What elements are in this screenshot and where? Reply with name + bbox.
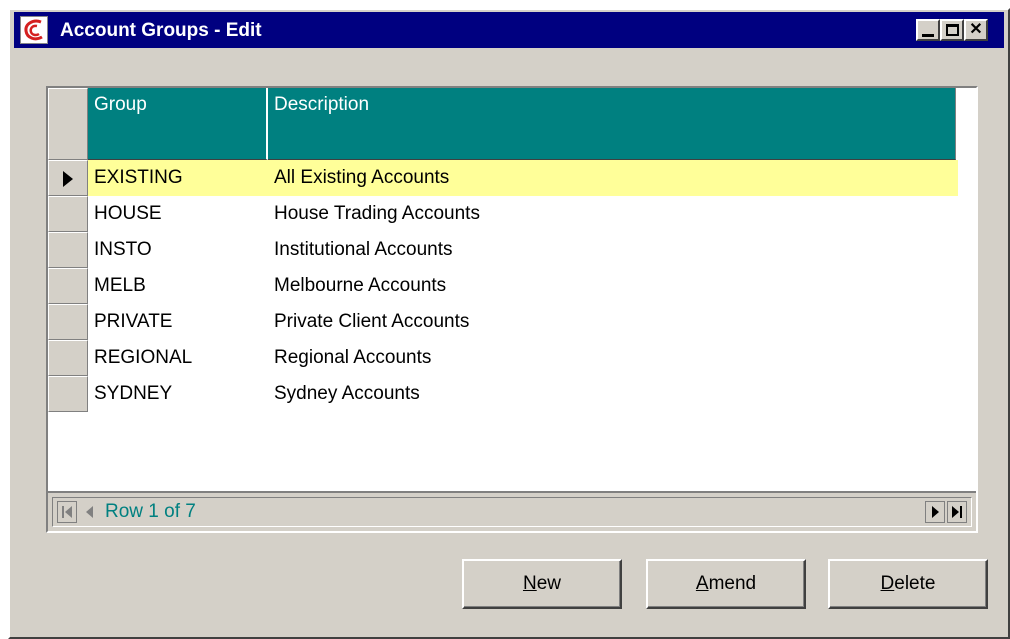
record-navigator-frame: Row 1 of 7 (52, 497, 972, 527)
cell-group[interactable]: INSTO (88, 232, 268, 268)
row-indicator[interactable] (48, 160, 88, 196)
cell-group[interactable]: HOUSE (88, 196, 268, 232)
close-icon: ✕ (969, 21, 983, 38)
maximize-icon (945, 24, 959, 36)
table-row[interactable]: REGIONAL Regional Accounts (48, 340, 958, 376)
row-indicator[interactable] (48, 340, 88, 376)
first-record-button[interactable] (57, 501, 77, 523)
table-row[interactable]: PRIVATE Private Client Accounts (48, 304, 958, 340)
cell-description[interactable]: All Existing Accounts (268, 160, 958, 196)
amend-button-label: mend (708, 573, 757, 594)
last-record-button[interactable] (947, 501, 967, 523)
cell-group[interactable]: SYDNEY (88, 376, 268, 412)
row-indicator[interactable] (48, 196, 88, 232)
table-row[interactable]: SYDNEY Sydney Accounts (48, 376, 958, 412)
table-row[interactable]: INSTO Institutional Accounts (48, 232, 958, 268)
row-indicator[interactable] (48, 376, 88, 412)
row-indicator[interactable] (48, 268, 88, 304)
first-record-icon (62, 506, 72, 518)
cell-description[interactable]: Institutional Accounts (274, 232, 958, 268)
cell-description[interactable]: Sydney Accounts (274, 376, 958, 412)
close-button[interactable]: ✕ (964, 19, 988, 41)
amend-button[interactable]: Amend (646, 559, 806, 609)
account-groups-grid[interactable]: Group Description EXISTING All Existing … (46, 86, 978, 533)
cell-description[interactable]: House Trading Accounts (274, 196, 958, 232)
cell-group[interactable]: REGIONAL (88, 340, 268, 376)
minimize-icon (922, 33, 934, 37)
record-navigator: Row 1 of 7 (48, 491, 976, 531)
next-record-button[interactable] (925, 501, 945, 523)
amend-button-mnemonic: A (695, 573, 709, 594)
row-status: Row 1 of 7 (105, 501, 196, 522)
row-indicator-header (48, 88, 88, 160)
prev-record-button[interactable] (79, 501, 99, 523)
next-record-icon (931, 506, 939, 518)
cell-group[interactable]: PRIVATE (88, 304, 268, 340)
cell-group[interactable]: EXISTING (88, 160, 268, 196)
cell-group[interactable]: MELB (88, 268, 268, 304)
column-header-description[interactable]: Description (268, 88, 956, 160)
new-button-label: ew (536, 573, 562, 594)
row-indicator[interactable] (48, 232, 88, 268)
table-row[interactable]: HOUSE House Trading Accounts (48, 196, 958, 232)
new-button[interactable]: New (462, 559, 622, 609)
delete-button-mnemonic: D (880, 573, 895, 594)
cell-description[interactable]: Regional Accounts (274, 340, 958, 376)
delete-button-label: elete (894, 573, 936, 594)
minimize-button[interactable] (916, 19, 940, 41)
app-logo-icon (20, 16, 48, 44)
cell-description[interactable]: Private Client Accounts (274, 304, 958, 340)
maximize-button[interactable] (940, 19, 964, 41)
delete-button[interactable]: Delete (828, 559, 988, 609)
new-button-mnemonic: N (522, 573, 537, 594)
last-record-icon (952, 506, 962, 518)
row-pointer-icon (63, 171, 73, 187)
cell-description[interactable]: Melbourne Accounts (274, 268, 958, 304)
title-bar[interactable]: Account Groups - Edit ✕ (14, 12, 1004, 48)
table-row[interactable]: EXISTING All Existing Accounts (48, 160, 958, 196)
table-row[interactable]: MELB Melbourne Accounts (48, 268, 958, 304)
column-header-group[interactable]: Group (88, 88, 268, 160)
prev-record-icon (85, 506, 93, 518)
window-title: Account Groups - Edit (60, 20, 262, 41)
row-indicator[interactable] (48, 304, 88, 340)
